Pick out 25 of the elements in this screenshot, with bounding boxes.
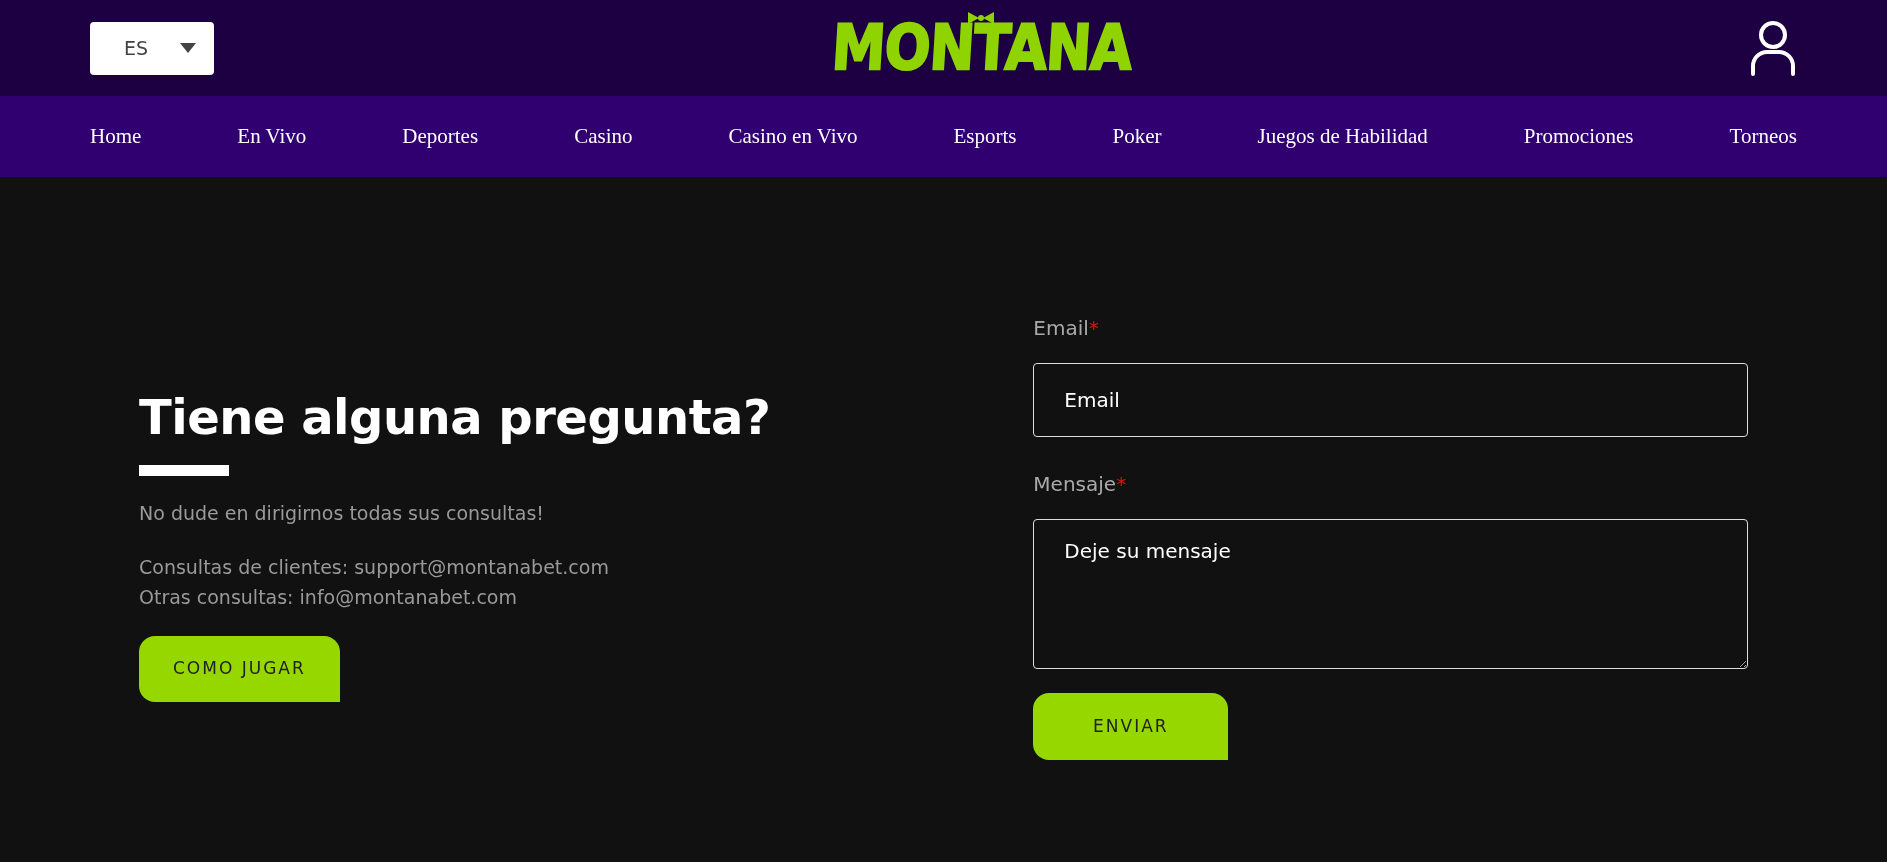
bow-tie-icon — [968, 11, 995, 25]
nav-link[interactable]: Casino en Vivo — [728, 120, 858, 153]
field-label: Mensaje* — [1033, 471, 1128, 498]
nav-link[interactable]: Esports — [953, 120, 1017, 153]
nav-link[interactable]: Juegos de Habilidad — [1257, 120, 1428, 153]
nav-link[interactable]: Poker — [1112, 120, 1162, 153]
nav-link[interactable]: Casino — [574, 120, 633, 153]
field-label: Email* — [1033, 315, 1100, 342]
user-icon[interactable] — [1749, 20, 1797, 76]
nav-link[interactable]: Torneos — [1729, 120, 1797, 153]
nav-link[interactable]: Deportes — [402, 120, 479, 153]
heading: Tiene alguna pregunta? — [139, 389, 772, 447]
logo[interactable]: MONTANA — [829, 16, 1133, 80]
email-field[interactable]: Email — [1033, 363, 1748, 437]
send-button[interactable]: ENVIAR — [1033, 693, 1229, 760]
caret-icon — [180, 43, 196, 53]
nav-link[interactable]: Promociones — [1523, 120, 1634, 153]
how-to-play-button[interactable]: COMO JUGAR — [139, 635, 340, 702]
contact-line: Otras consultas: info@montanabet.com — [139, 584, 518, 610]
language-select[interactable]: ES — [90, 21, 214, 75]
contact-line: Consultas de clientes: support@montanabet.com — [139, 554, 610, 580]
nav-link[interactable]: Home — [90, 120, 142, 153]
message-field[interactable]: Deje su mensaje — [1033, 519, 1748, 669]
subtitle: No dude en dirigirnos todas sus consultas! — [139, 500, 545, 526]
nav-link[interactable]: En Vivo — [237, 120, 307, 153]
